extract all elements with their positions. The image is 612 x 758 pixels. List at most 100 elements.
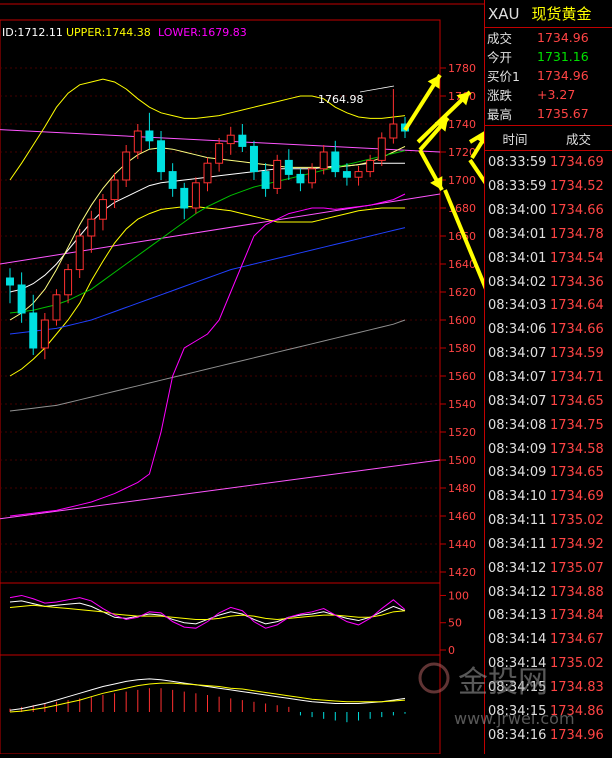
tick-row[interactable]: 08:34:08 1734.75 bbox=[485, 413, 612, 437]
quote-symbol: XAU bbox=[488, 4, 520, 23]
price-axis-label: 1540 bbox=[448, 398, 476, 411]
quote-row: 成交 1734.96 bbox=[485, 28, 612, 47]
kline-chart[interactable]: 1780176017401720170016801660164016201600… bbox=[0, 0, 514, 755]
watermark-url: www.jrwei.com bbox=[454, 709, 575, 728]
tick-row[interactable]: 08:34:11 1735.02 bbox=[485, 509, 612, 533]
tick-price: 1734.54 bbox=[550, 250, 604, 266]
price-axis-label: 1460 bbox=[448, 510, 476, 523]
watermark-logo-icon bbox=[418, 662, 450, 694]
tick-price: 1734.59 bbox=[550, 346, 604, 362]
tick-price: 1734.67 bbox=[550, 632, 604, 648]
candle-body bbox=[238, 134, 247, 147]
indicator-upper: UPPER:1744.38 bbox=[66, 26, 151, 39]
osc-yellow-line bbox=[9, 604, 406, 620]
tick-row[interactable]: 08:34:11 1734.92 bbox=[485, 533, 612, 557]
candle-body bbox=[319, 151, 328, 170]
tick-time: 08:34:11 bbox=[488, 536, 547, 552]
tick-time: 08:34:10 bbox=[488, 489, 547, 505]
tick-price: 1735.07 bbox=[550, 560, 604, 576]
osc-white-line bbox=[9, 600, 406, 625]
tick-time: 08:34:09 bbox=[488, 465, 547, 481]
tick-row[interactable]: 08:34:12 1734.88 bbox=[485, 580, 612, 604]
tick-price: 1734.75 bbox=[550, 417, 604, 433]
tick-row[interactable]: 08:33:59 1734.52 bbox=[485, 175, 612, 199]
osc-axis-label: 100 bbox=[448, 589, 469, 602]
price-axis-label: 1740 bbox=[448, 118, 476, 131]
ticks-header: 时间 成交 bbox=[485, 125, 612, 151]
tick-price: 1734.65 bbox=[550, 393, 604, 409]
tick-time: 08:34:08 bbox=[488, 417, 547, 433]
tick-row[interactable]: 08:34:10 1734.69 bbox=[485, 485, 612, 509]
candle-body bbox=[64, 269, 73, 296]
candle-body bbox=[110, 179, 119, 201]
price-axis-label: 1520 bbox=[448, 426, 476, 439]
tick-row[interactable]: 08:34:07 1734.65 bbox=[485, 389, 612, 413]
candle-body bbox=[296, 173, 305, 184]
tick-row[interactable]: 08:34:03 1734.64 bbox=[485, 294, 612, 318]
tick-time: 08:34:11 bbox=[488, 513, 547, 529]
candle-body bbox=[87, 218, 96, 237]
ticks-header-price: 成交 bbox=[565, 131, 591, 147]
price-axis-label: 1560 bbox=[448, 370, 476, 383]
tick-row[interactable]: 08:34:00 1734.66 bbox=[485, 199, 612, 223]
oscillator-axis: 100500 bbox=[440, 589, 469, 657]
trendline bbox=[0, 459, 441, 520]
tick-row[interactable]: 08:34:14 1734.67 bbox=[485, 628, 612, 652]
quote-row: 最高 1735.67 bbox=[485, 104, 612, 123]
tick-time: 08:34:12 bbox=[488, 560, 547, 576]
tick-time: 08:34:01 bbox=[488, 226, 547, 242]
candle-body bbox=[157, 140, 166, 173]
quote-row: 买价1 1734.96 bbox=[485, 66, 612, 85]
candle-body bbox=[354, 171, 363, 178]
tick-row[interactable]: 08:34:09 1734.58 bbox=[485, 437, 612, 461]
tick-row[interactable]: 08:34:01 1734.78 bbox=[485, 223, 612, 247]
tick-row[interactable]: 08:34:01 1734.54 bbox=[485, 246, 612, 270]
tick-row[interactable]: 08:34:06 1734.66 bbox=[485, 318, 612, 342]
tick-row[interactable]: 08:34:07 1734.71 bbox=[485, 366, 612, 390]
high-annotation: 1764.98 bbox=[318, 93, 364, 106]
indicator-lower: LOWER:1679.83 bbox=[158, 26, 247, 39]
tick-row[interactable]: 08:34:13 1734.84 bbox=[485, 604, 612, 628]
quote-row-value: 1734.96 bbox=[537, 68, 589, 83]
tick-row[interactable]: 08:34:07 1734.59 bbox=[485, 342, 612, 366]
price-axis-label: 1700 bbox=[448, 174, 476, 187]
candle-body bbox=[29, 312, 38, 349]
tick-row[interactable]: 08:33:59 1734.69 bbox=[485, 151, 612, 175]
candle-body bbox=[284, 159, 293, 175]
tick-row[interactable]: 08:34:12 1735.07 bbox=[485, 556, 612, 580]
candle-body bbox=[342, 171, 351, 178]
tick-time: 08:34:14 bbox=[488, 632, 547, 648]
price-axis-label: 1500 bbox=[448, 454, 476, 467]
tick-row[interactable]: 08:34:02 1734.36 bbox=[485, 270, 612, 294]
candle-body bbox=[75, 235, 84, 271]
price-axis-label: 1620 bbox=[448, 286, 476, 299]
tick-price: 1734.66 bbox=[550, 322, 604, 338]
candle-body bbox=[203, 162, 212, 184]
ticks-header-time: 时间 bbox=[502, 131, 528, 147]
tick-row[interactable]: 08:34:09 1734.65 bbox=[485, 461, 612, 485]
moving-averages bbox=[9, 78, 406, 517]
osc-magenta-line bbox=[9, 594, 406, 629]
candle-body bbox=[226, 134, 235, 145]
quote-row: 今开 1731.16 bbox=[485, 47, 612, 66]
tick-time: 08:34:09 bbox=[488, 441, 547, 457]
price-axis-label: 1440 bbox=[448, 538, 476, 551]
quote-panel: XAU 现货黄金 成交 1734.96 今开 1731.16 买价1 1734.96 涨跌 +… bbox=[484, 0, 612, 754]
candle-body bbox=[122, 151, 131, 181]
quote-header: XAU 现货黄金 bbox=[485, 0, 612, 28]
price-axis-label: 1480 bbox=[448, 482, 476, 495]
watermark: 金投网 www.jrwei.com bbox=[418, 662, 575, 728]
quote-row-label: 买价1 bbox=[487, 69, 520, 84]
kline-chart-svg[interactable]: 1780176017401720170016801660164016201600… bbox=[0, 0, 514, 755]
osc-axis-label: 50 bbox=[448, 617, 462, 630]
price-axis-label: 1600 bbox=[448, 314, 476, 327]
macd-panel-frame bbox=[0, 654, 441, 755]
tick-price: 1734.78 bbox=[550, 226, 604, 242]
candle-body bbox=[331, 151, 340, 173]
quote-row-value: +3.27 bbox=[537, 87, 576, 102]
candle-body bbox=[215, 143, 224, 164]
candle-body bbox=[40, 319, 49, 349]
high-annotation-line bbox=[359, 85, 395, 93]
quote-row-value: 1734.96 bbox=[537, 30, 589, 45]
macd-lines bbox=[9, 678, 406, 723]
